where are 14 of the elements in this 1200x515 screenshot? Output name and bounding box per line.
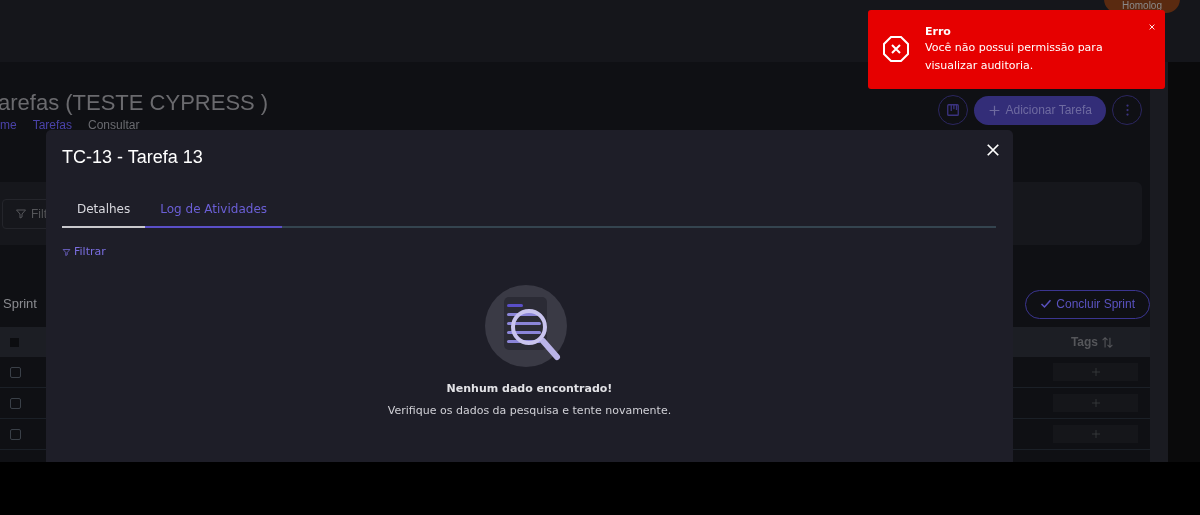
empty-title: Nenhum dado encontrado! xyxy=(446,380,613,397)
breadcrumb-link[interactable]: me xyxy=(0,118,17,132)
sprint-label: Sprint xyxy=(3,295,37,314)
dialog-title: TC-13 - Tarefa 13 xyxy=(62,145,203,169)
filter-link[interactable]: Filtrar xyxy=(62,244,106,261)
empty-message: Verifique os dados da pesquisa e tente novamente. xyxy=(387,403,672,419)
breadcrumb-link[interactable]: Tarefas xyxy=(32,118,73,132)
add-task-button[interactable]: Adicionar Tarefa xyxy=(973,95,1106,125)
toast-message: Você não possui permissão para visualizar auditoria. xyxy=(925,40,1104,74)
column-header: Tags xyxy=(1070,334,1098,351)
tab[interactable]: Log de Atividades xyxy=(145,192,283,228)
toast-title: Erro xyxy=(925,25,952,39)
tab[interactable]: Detalhes xyxy=(62,192,146,228)
breadcrumb-current: Consultar xyxy=(88,118,140,132)
